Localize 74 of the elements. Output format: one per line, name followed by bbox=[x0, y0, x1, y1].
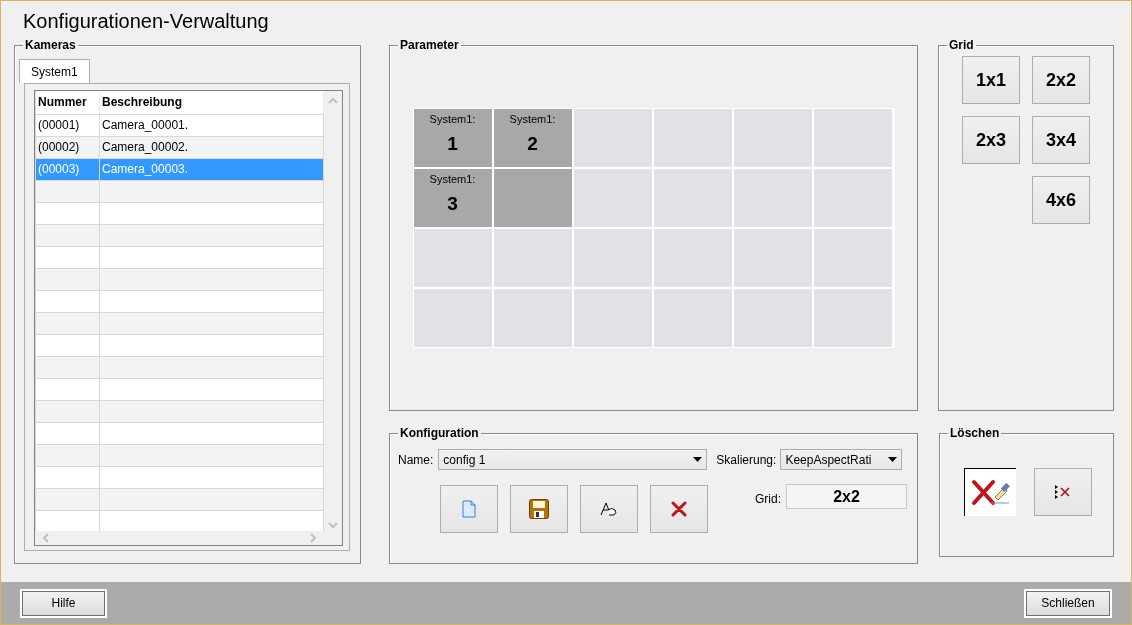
field-label: Skalierung: bbox=[716, 451, 777, 469]
grid-cell[interactable] bbox=[493, 229, 572, 287]
window-title: Konfigurationen-Verwaltung bbox=[22, 9, 270, 34]
column-header[interactable]: Beschreibung bbox=[99, 91, 324, 114]
dropdown[interactable]: KeepAspectRati bbox=[780, 449, 903, 470]
tab[interactable]: System1 bbox=[19, 59, 90, 83]
caret-icon bbox=[693, 457, 703, 462]
table-cell: (00001) bbox=[35, 114, 100, 136]
table-cell: Camera_00001. bbox=[99, 114, 324, 136]
grid-layout-button[interactable]: 2x2 bbox=[1032, 56, 1090, 104]
grid-cell[interactable] bbox=[573, 289, 652, 347]
group-legend: Löschen bbox=[948, 426, 1002, 440]
grid-cell[interactable]: System1: 1 bbox=[413, 109, 492, 167]
table-cell: Camera_00002. bbox=[99, 136, 324, 158]
grid-layout-button[interactable]: 4x6 bbox=[1032, 176, 1090, 224]
grid-cell[interactable] bbox=[653, 109, 732, 167]
group-legend: Parameter bbox=[398, 38, 461, 52]
dropdown[interactable]: config 1 bbox=[438, 449, 708, 470]
grid-cell[interactable]: System1: 3 bbox=[413, 169, 492, 227]
close-button[interactable]: Schließen bbox=[1026, 590, 1110, 616]
help-button[interactable]: Hilfe bbox=[22, 590, 105, 616]
table-cell: (00003) bbox=[35, 158, 100, 180]
delete-button[interactable] bbox=[650, 485, 708, 533]
field-label: Grid: bbox=[755, 491, 781, 508]
table-cell: (00002) bbox=[35, 136, 100, 158]
remove-marked-button[interactable] bbox=[1034, 468, 1092, 516]
grid-cell[interactable] bbox=[733, 109, 812, 167]
grid-cell[interactable] bbox=[573, 169, 652, 227]
grid-cell[interactable] bbox=[733, 289, 812, 347]
cross-brush-icon bbox=[970, 478, 1011, 507]
chevron-right-icon[interactable] bbox=[308, 532, 318, 544]
cell-label: System1: bbox=[429, 112, 476, 125]
group-legend: Grid bbox=[947, 38, 976, 52]
cell-label: System1: bbox=[429, 172, 476, 185]
grid-layout-button[interactable]: 1x1 bbox=[962, 56, 1020, 104]
grid-cell[interactable] bbox=[493, 289, 572, 347]
cross-icon bbox=[671, 501, 687, 517]
grid-size-field: 2x2 bbox=[786, 484, 907, 509]
grid-cell[interactable] bbox=[733, 229, 812, 287]
group-legend: Kameras bbox=[23, 38, 78, 52]
group-legend: Konfiguration bbox=[398, 426, 481, 440]
column-header[interactable]: Nummer bbox=[35, 91, 100, 114]
grid-cell[interactable] bbox=[653, 229, 732, 287]
save-button[interactable] bbox=[510, 485, 568, 533]
grid-cell[interactable] bbox=[813, 169, 892, 227]
grid-cell[interactable] bbox=[733, 169, 812, 227]
new-button[interactable] bbox=[440, 485, 498, 533]
table-row[interactable]: (00002) Camera_00002. bbox=[35, 136, 324, 158]
field-label: Name: bbox=[398, 451, 434, 469]
grid-cell[interactable] bbox=[573, 109, 652, 167]
caret-icon bbox=[888, 457, 898, 462]
grid-layout-button[interactable]: 2x3 bbox=[962, 116, 1020, 164]
cell-number: 2 bbox=[527, 133, 538, 155]
table-row[interactable]: (00001) Camera_00001. bbox=[35, 114, 324, 136]
grid-cell[interactable] bbox=[493, 169, 572, 227]
chevron-left-icon[interactable] bbox=[41, 532, 51, 544]
cell-label: System1: bbox=[509, 112, 556, 125]
cell-number: 3 bbox=[447, 193, 458, 215]
cell-number: 1 bbox=[447, 133, 458, 155]
grid-cell[interactable] bbox=[413, 289, 492, 347]
rename-button[interactable] bbox=[580, 485, 638, 533]
clear-all-button[interactable] bbox=[964, 468, 1016, 516]
grid-cell[interactable] bbox=[573, 229, 652, 287]
grid-cell[interactable] bbox=[413, 229, 492, 287]
grid-cell[interactable] bbox=[813, 229, 892, 287]
grid-cell[interactable] bbox=[813, 109, 892, 167]
grid-cell[interactable] bbox=[813, 289, 892, 347]
grid-cell[interactable] bbox=[653, 289, 732, 347]
marker-cross-icon bbox=[1055, 484, 1071, 500]
grid-cell[interactable]: System1: 2 bbox=[493, 109, 572, 167]
grid-cell[interactable] bbox=[653, 169, 732, 227]
table-cell: Camera_00003. bbox=[99, 158, 324, 180]
document-icon bbox=[462, 500, 476, 518]
grid-layout-button[interactable]: 3x4 bbox=[1032, 116, 1090, 164]
